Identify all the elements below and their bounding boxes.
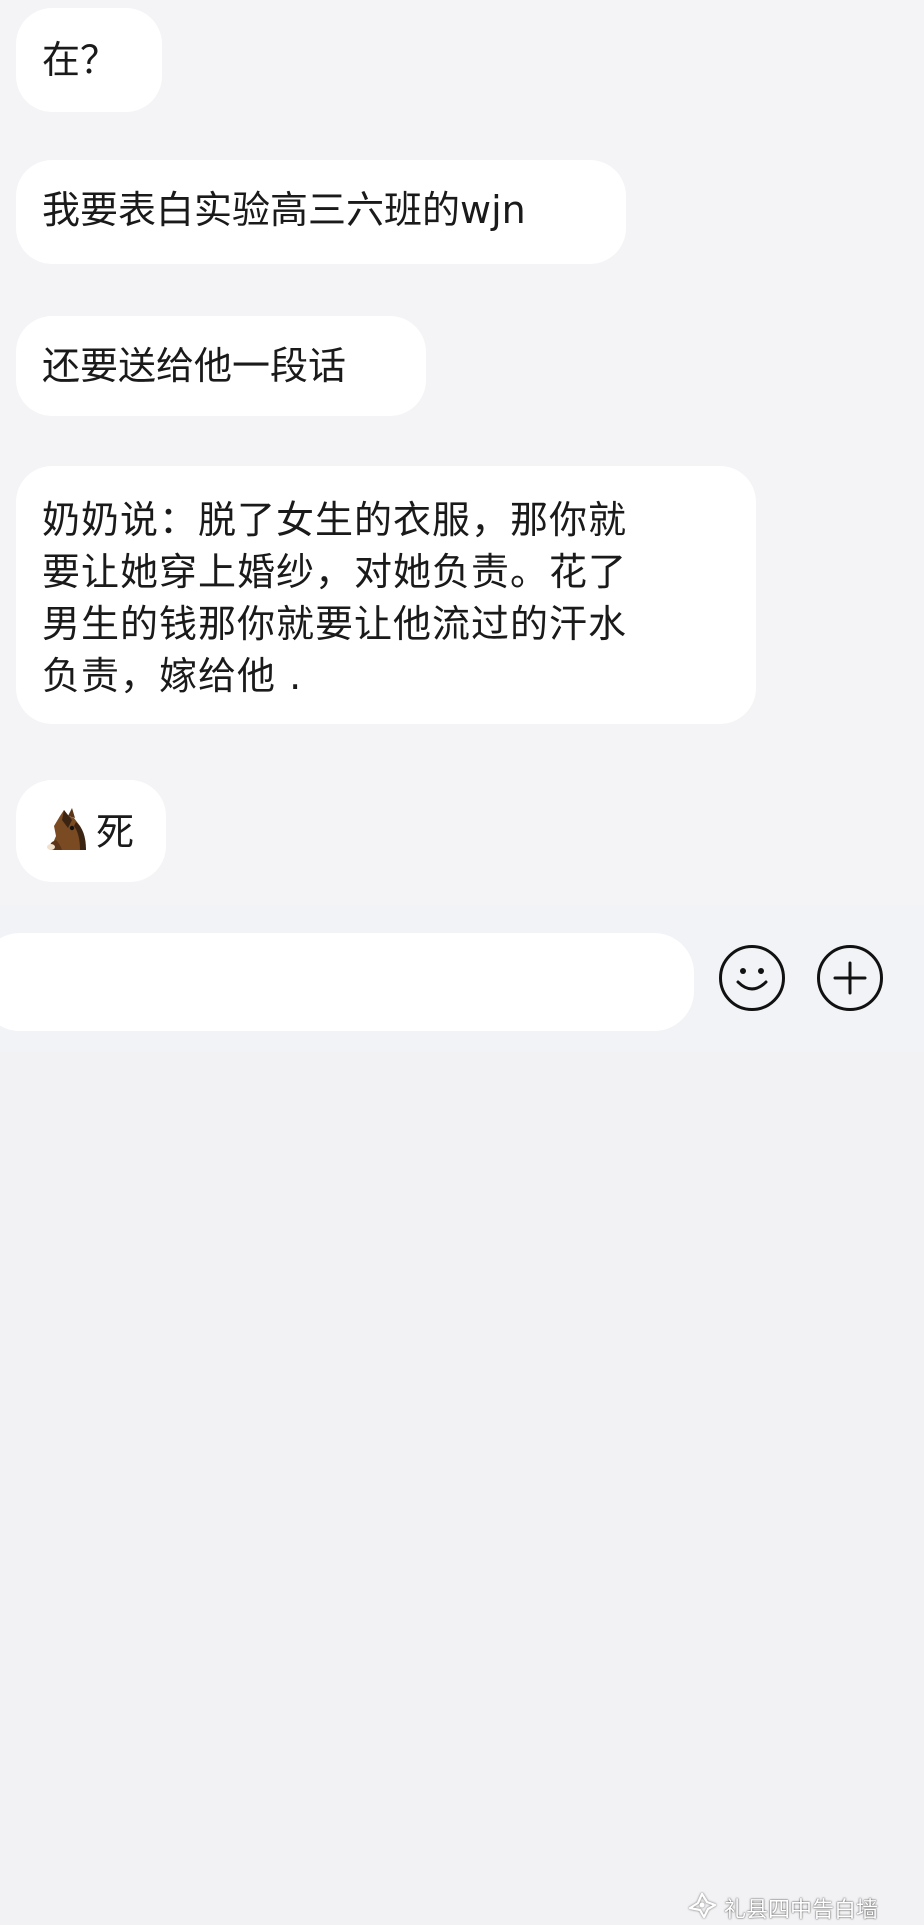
more-actions-button[interactable] xyxy=(817,945,883,1011)
message-input[interactable] xyxy=(0,933,694,1031)
message-bubble[interactable]: 还要送给他一段话 xyxy=(16,316,426,416)
message-bubble[interactable]: 在？ xyxy=(16,8,162,112)
chat-message-list[interactable]: 在？ 我要表白实验高三六班的wjn 还要送给他一段话 奶奶说：脱了女生的衣服，那… xyxy=(0,0,924,905)
message-text-line: 负责，嫁给他 . xyxy=(42,654,303,698)
message-text: 还要送给他一段话 xyxy=(42,344,347,388)
watermark-text: 礼县四中告白墙 xyxy=(724,1898,879,1923)
watermark: 礼县四中告白墙 xyxy=(686,1891,878,1925)
message-text: 在？ xyxy=(42,38,119,82)
message-text: 死 xyxy=(96,810,135,854)
emoji-button[interactable] xyxy=(719,945,785,1011)
wechat-official-account-icon xyxy=(686,1891,718,1925)
message-text-line: 男生的钱那你就要让他流过的汗水 xyxy=(42,602,628,646)
message-text-line: 要让她穿上婚纱，对她负责。花了 xyxy=(42,550,628,594)
message-bubble[interactable]: 奶奶说：脱了女生的衣服，那你就 要让她穿上婚纱，对她负责。花了 男生的钱那你就要… xyxy=(16,466,756,724)
message-text: 我要表白实验高三六班的wjn xyxy=(42,188,526,232)
message-text-line: 奶奶说：脱了女生的衣服，那你就 xyxy=(42,498,628,542)
message-bubble[interactable]: 死 xyxy=(16,780,166,882)
message-bubble[interactable]: 我要表白实验高三六班的wjn xyxy=(16,160,626,264)
chat-input-bar: 礼县四中告白墙 xyxy=(0,905,924,1923)
horse-emoji-icon xyxy=(42,806,92,856)
